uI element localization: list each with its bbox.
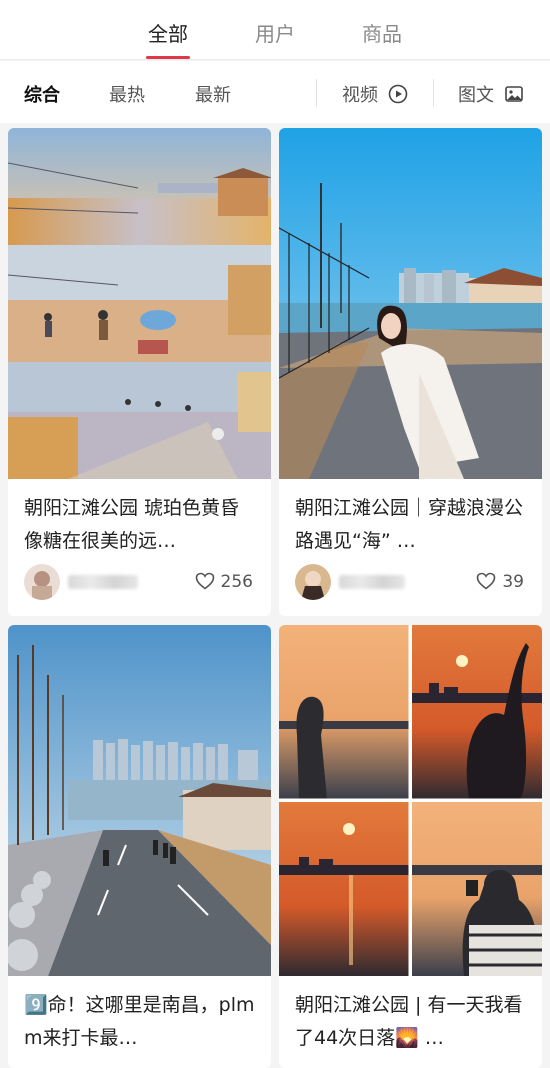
post-image [279, 625, 542, 976]
tab-products[interactable]: 商品 [347, 18, 417, 47]
sort-hottest[interactable]: 最热 [109, 81, 145, 107]
post-image [279, 128, 542, 479]
sort-newest[interactable]: 最新 [195, 81, 231, 107]
play-circle-icon [388, 84, 408, 104]
divider [433, 79, 434, 107]
top-tab-bar: 全部 用户 商品 [0, 0, 550, 60]
avatar [24, 564, 60, 600]
tab-users[interactable]: 用户 [240, 18, 310, 47]
heart-icon [477, 572, 496, 590]
post-title: 朝阳江滩公园 琥珀色黄昏像糖在很美的远… [24, 497, 240, 552]
author-name-blurred [339, 575, 405, 589]
post-title: 朝阳江滩公园｜穿越浪漫公路遇见“海” … [295, 497, 524, 552]
post-card[interactable]: 朝阳江滩公园 琥珀色黄昏像糖在很美的远… 256 [8, 128, 271, 616]
active-tab-indicator [146, 56, 190, 59]
post-card[interactable]: 9️⃣命！这哪里是南昌，plmm来打卡最… [8, 625, 271, 1068]
filter-bar: 综合 最热 最新 视频 图文 [0, 61, 550, 123]
tab-products-label: 商品 [362, 22, 402, 46]
post-image [8, 625, 271, 976]
avatar [295, 564, 331, 600]
sort-comprehensive[interactable]: 综合 [24, 81, 60, 107]
divider [316, 79, 317, 107]
filter-video-label: 视频 [342, 85, 378, 106]
post-title: 朝阳江滩公园 | 有一天我看了44次日落🌄 … [295, 994, 523, 1049]
heart-icon [195, 572, 214, 590]
post-image [8, 128, 271, 479]
like-count-value: 39 [502, 572, 524, 592]
filter-image-text[interactable]: 图文 [458, 81, 524, 107]
post-card[interactable]: 朝阳江滩公园 | 有一天我看了44次日落🌄 … [279, 625, 542, 1068]
filter-image-text-label: 图文 [458, 85, 494, 106]
like-count[interactable]: 39 [476, 572, 524, 592]
like-count-value: 256 [220, 572, 253, 592]
post-title: 9️⃣命！这哪里是南昌，plmm来打卡最… [24, 994, 255, 1049]
tab-all-label: 全部 [148, 22, 188, 46]
tab-users-label: 用户 [255, 22, 295, 46]
like-count[interactable]: 256 [195, 572, 253, 592]
post-card[interactable]: 朝阳江滩公园｜穿越浪漫公路遇见“海” … 39 [279, 128, 542, 616]
author-name-blurred [68, 575, 138, 589]
image-icon [504, 86, 523, 102]
filter-video[interactable]: 视频 [342, 81, 408, 107]
tab-all[interactable]: 全部 [133, 18, 203, 59]
